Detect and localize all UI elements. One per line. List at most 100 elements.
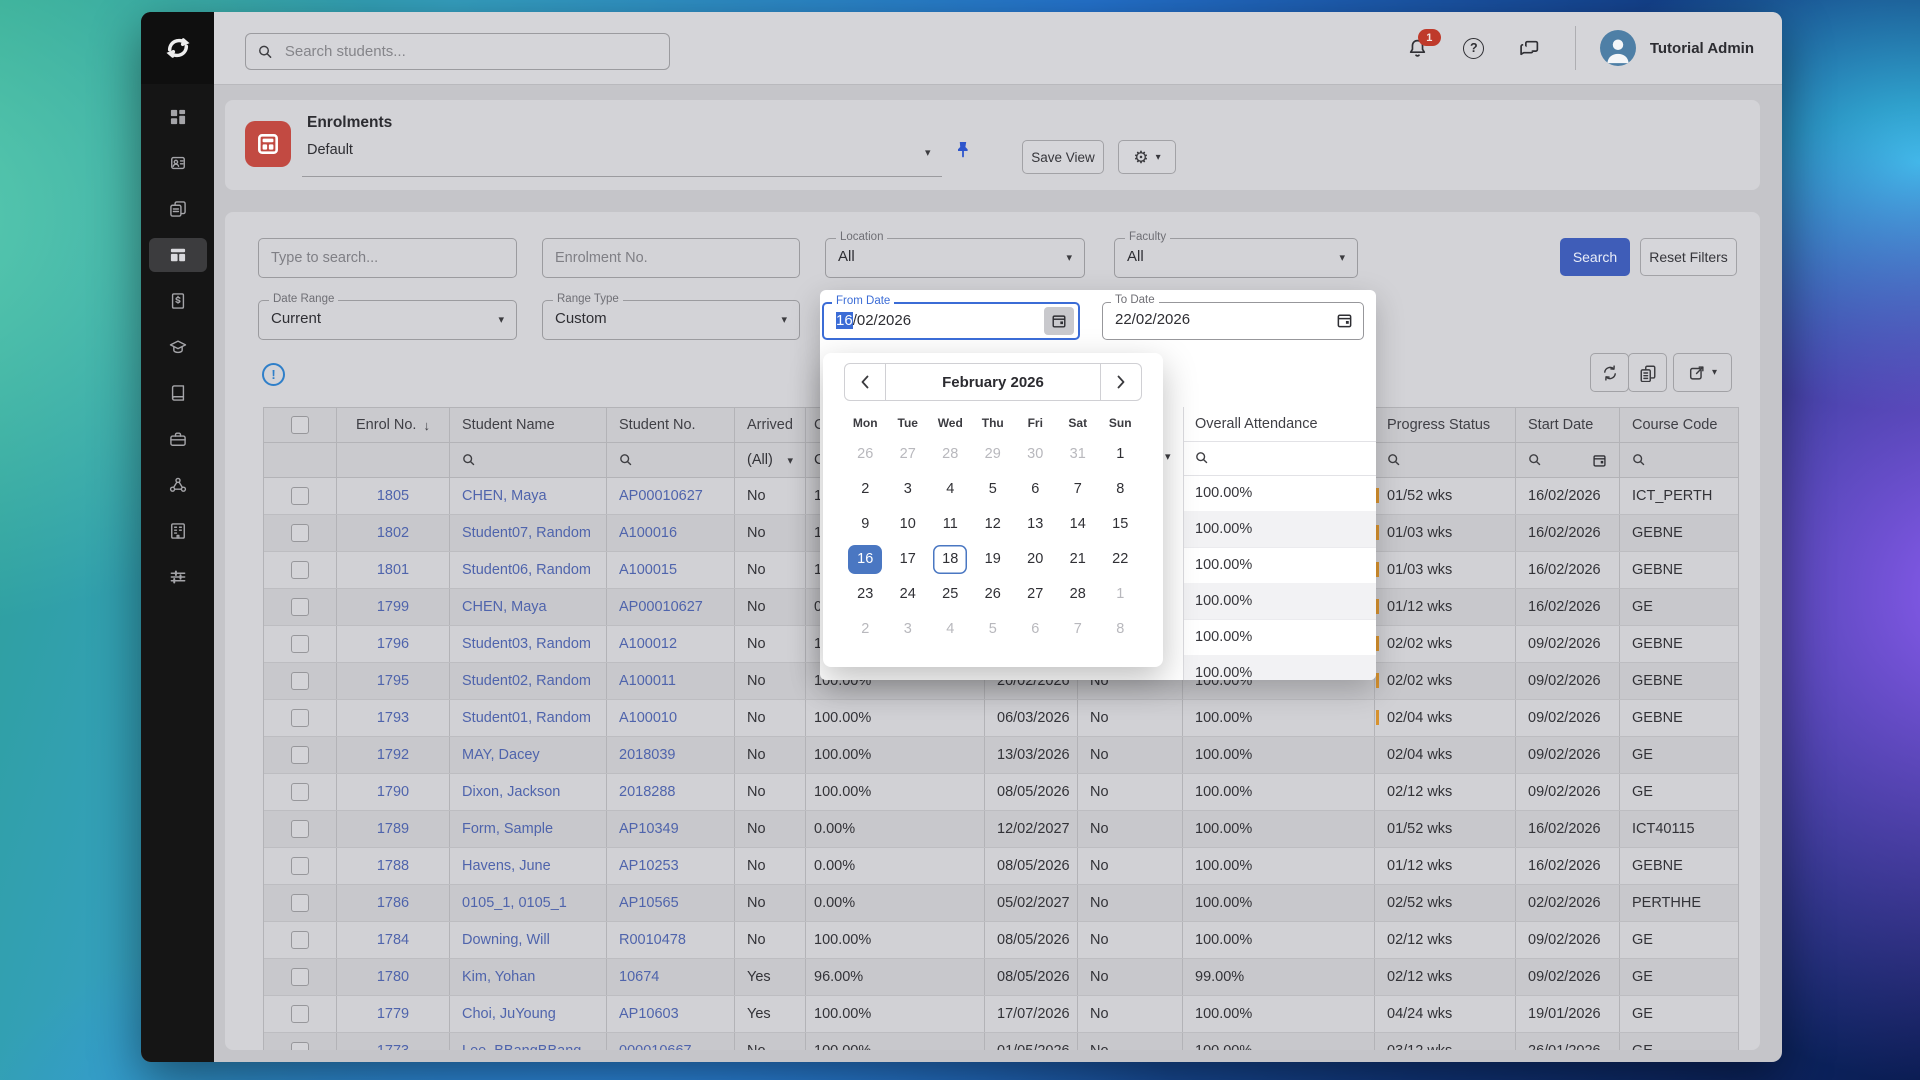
calendar-day[interactable]: 8 [1099, 612, 1142, 647]
enrol-no-link[interactable]: 1799 [337, 589, 450, 625]
row-checkbox[interactable] [291, 709, 309, 727]
enrol-no-link[interactable]: 1784 [337, 922, 450, 958]
enrol-no-link[interactable]: 1796 [337, 626, 450, 662]
row-checkbox[interactable] [291, 1042, 309, 1050]
calendar-day[interactable]: 11 [929, 507, 972, 542]
app-logo[interactable] [141, 12, 214, 84]
calendar-day[interactable]: 3 [887, 612, 930, 647]
table-row[interactable]: 1789 Form, Sample AP10349 No 0.00% 12/02… [264, 811, 1738, 848]
calendar-month-title[interactable]: February 2026 [886, 364, 1100, 400]
chat-button[interactable] [1513, 31, 1547, 65]
select-all-checkbox[interactable] [291, 416, 309, 434]
calendar-day[interactable]: 7 [1057, 612, 1100, 647]
calendar-day[interactable]: 10 [887, 507, 930, 542]
filter-student-name[interactable] [450, 443, 607, 477]
calendar-day[interactable]: 24 [887, 577, 930, 612]
calendar-day[interactable]: 5 [972, 612, 1015, 647]
calendar-day[interactable]: 6 [1014, 612, 1057, 647]
export-button[interactable]: ▾ [1673, 353, 1732, 392]
prev-month-button[interactable] [845, 364, 886, 400]
enrol-no-link[interactable]: 1792 [337, 737, 450, 773]
row-checkbox[interactable] [291, 931, 309, 949]
view-selector-caret-icon[interactable]: ▾ [925, 146, 931, 159]
row-checkbox[interactable] [291, 857, 309, 875]
calendar-day[interactable]: 26 [844, 437, 887, 472]
search-button[interactable]: Search [1560, 238, 1630, 276]
calendar-day[interactable]: 12 [972, 507, 1015, 542]
column-header-student-name[interactable]: Student Name [450, 408, 607, 442]
global-search-input[interactable] [283, 42, 657, 61]
student-no-link[interactable]: A100010 [607, 700, 735, 736]
enrol-no-link[interactable]: 1789 [337, 811, 450, 847]
from-date-calendar-button[interactable] [1044, 307, 1074, 335]
row-checkbox[interactable] [291, 746, 309, 764]
calendar-day[interactable]: 22 [1099, 542, 1142, 577]
calendar-day[interactable]: 8 [1099, 472, 1142, 507]
calendar-day[interactable]: 17 [887, 542, 930, 577]
calendar-day[interactable]: 14 [1057, 507, 1100, 542]
row-checkbox[interactable] [291, 1005, 309, 1023]
student-name-link[interactable]: Student02, Random [450, 663, 607, 699]
calendar-day[interactable]: 29 [972, 437, 1015, 472]
row-checkbox[interactable] [291, 524, 309, 542]
filter-faculty-select[interactable]: Faculty All ▾ [1114, 238, 1358, 278]
table-row[interactable]: 1786 0105_1, 0105_1 AP10565 No 0.00% 05/… [264, 885, 1738, 922]
enrol-no-link[interactable]: 1793 [337, 700, 450, 736]
sidebar-item-enrolments[interactable] [149, 238, 207, 272]
pin-view-button[interactable] [953, 140, 973, 165]
table-row[interactable]: 1793 Student01, Random A100010 No 100.00… [264, 700, 1738, 737]
calendar-day[interactable]: 30 [1014, 437, 1057, 472]
calendar-day[interactable]: 1 [1099, 437, 1142, 472]
user-name[interactable]: Tutorial Admin [1650, 40, 1754, 57]
filter-course-code[interactable] [1620, 443, 1738, 477]
student-name-link[interactable]: Form, Sample [450, 811, 607, 847]
student-no-link[interactable]: 2018039 [607, 737, 735, 773]
calendar-day[interactable]: 28 [929, 437, 972, 472]
student-no-link[interactable]: AP10565 [607, 885, 735, 921]
student-name-link[interactable]: 0105_1, 0105_1 [450, 885, 607, 921]
student-name-link[interactable]: Dixon, Jackson [450, 774, 607, 810]
sidebar-item-book[interactable] [149, 376, 207, 410]
filter-date-range-select[interactable]: Date Range Current ▾ [258, 300, 517, 340]
calendar-day[interactable]: 4 [929, 612, 972, 647]
calendar-day[interactable]: 23 [844, 577, 887, 612]
calendar-day[interactable]: 7 [1057, 472, 1100, 507]
calendar-day[interactable]: 2 [844, 612, 887, 647]
to-date-calendar-button[interactable] [1336, 312, 1353, 334]
column-header-start-date[interactable]: Start Date [1516, 408, 1620, 442]
sidebar-item-organisation[interactable] [149, 514, 207, 548]
filter-progress-status[interactable] [1375, 443, 1516, 477]
student-name-link[interactable]: Downing, Will [450, 922, 607, 958]
table-row[interactable]: 1780 Kim, Yohan 10674 Yes 96.00% 08/05/2… [264, 959, 1738, 996]
student-no-link[interactable]: AP00010627 [607, 478, 735, 514]
calendar-day[interactable]: 13 [1014, 507, 1057, 542]
student-name-link[interactable]: CHEN, Maya [450, 589, 607, 625]
filter-range-type-select[interactable]: Range Type Custom ▾ [542, 300, 800, 340]
global-search[interactable] [245, 33, 670, 70]
calendar-day[interactable]: 26 [972, 577, 1015, 612]
column-header-course-code[interactable]: Course Code [1620, 408, 1738, 442]
calendar-day[interactable]: 5 [972, 472, 1015, 507]
student-name-link[interactable]: Lee, BBangBBang [450, 1033, 607, 1050]
enrol-no-link[interactable]: 1795 [337, 663, 450, 699]
calendar-day[interactable]: 3 [887, 472, 930, 507]
student-no-link[interactable]: 10674 [607, 959, 735, 995]
calendar-day[interactable]: 28 [1057, 577, 1100, 612]
help-button[interactable]: ? [1457, 31, 1491, 65]
save-view-button[interactable]: Save View [1022, 140, 1104, 174]
calendar-day[interactable]: 15 [1099, 507, 1142, 542]
next-month-button[interactable] [1100, 364, 1141, 400]
column-header-student-no[interactable]: Student No. [607, 408, 735, 442]
student-no-link[interactable]: R0010478 [607, 922, 735, 958]
student-name-link[interactable]: Havens, June [450, 848, 607, 884]
filter-text-search-input[interactable] [258, 238, 517, 278]
student-no-link[interactable]: A100011 [607, 663, 735, 699]
to-date-field[interactable]: To Date 22/02/2026 [1102, 302, 1364, 340]
sidebar-item-toolbox[interactable] [149, 422, 207, 456]
column-header-progress-status[interactable]: Progress Status [1375, 408, 1516, 442]
copy-grid-button[interactable] [1628, 353, 1667, 392]
student-no-link[interactable]: AP10349 [607, 811, 735, 847]
table-row[interactable]: 1788 Havens, June AP10253 No 0.00% 08/05… [264, 848, 1738, 885]
calendar-day[interactable]: 6 [1014, 472, 1057, 507]
calendar-day[interactable]: 25 [929, 577, 972, 612]
